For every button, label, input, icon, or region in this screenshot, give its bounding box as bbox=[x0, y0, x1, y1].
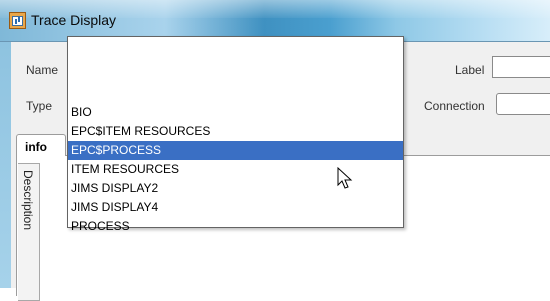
name-dropdown-list[interactable]: BIO EPC$ITEM RESOURCES EPC$PROCESS ITEM … bbox=[67, 34, 404, 233]
type-label: Type bbox=[26, 99, 53, 113]
tab-info[interactable]: info bbox=[16, 134, 66, 156]
label-label: Label bbox=[455, 63, 485, 77]
app-window-icon bbox=[9, 12, 26, 29]
label-input[interactable] bbox=[492, 56, 550, 78]
tab-description[interactable]: Description bbox=[18, 163, 40, 301]
description-tab-label: Description bbox=[21, 170, 35, 231]
list-item[interactable]: JIMS DISPLAY4 bbox=[68, 198, 403, 217]
window-title: Trace Display bbox=[31, 12, 117, 28]
list-item-selected[interactable]: EPC$PROCESS bbox=[68, 141, 403, 160]
list-item[interactable]: PROCESS bbox=[68, 217, 403, 236]
list-item[interactable]: BIO bbox=[68, 103, 403, 122]
connection-input[interactable] bbox=[496, 93, 550, 115]
mouse-pointer-icon bbox=[337, 167, 353, 189]
name-label: Name bbox=[26, 63, 59, 77]
connection-label: Connection bbox=[424, 99, 485, 113]
dropdown-item-empty[interactable] bbox=[68, 34, 403, 53]
list-item[interactable]: EPC$ITEM RESOURCES bbox=[68, 122, 403, 141]
